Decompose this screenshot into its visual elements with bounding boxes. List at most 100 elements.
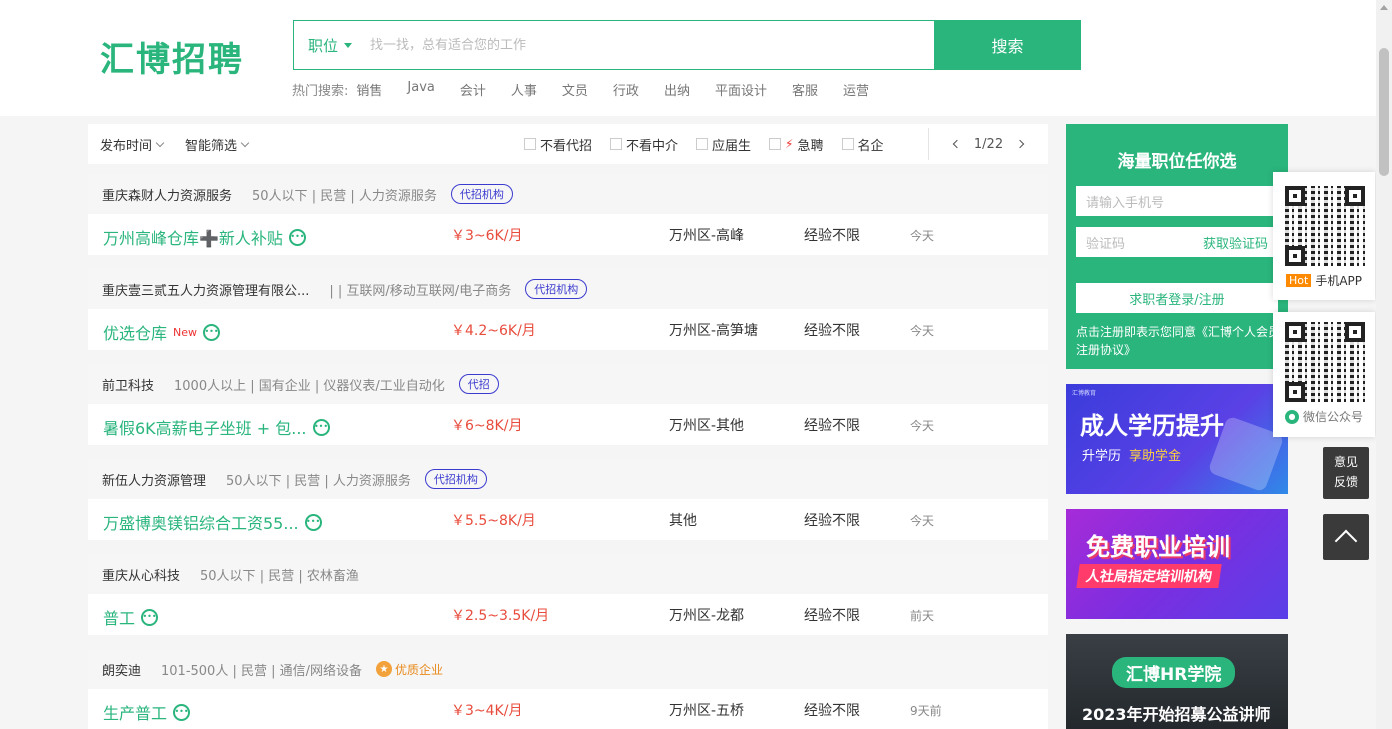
hot-keyword[interactable]: 会计: [460, 80, 486, 99]
checkbox-box[interactable]: [524, 138, 536, 150]
login-panel: 海量职位任你选 请输入手机号 验证码 获取验证码 求职者登录/注册 点击注册即表…: [1066, 124, 1288, 369]
checkbox-label: 不看代招: [540, 138, 593, 154]
checkbox-urgent[interactable]: ⚡ 急聘: [769, 135, 824, 154]
agency-tag: 代招机构: [525, 279, 588, 299]
job-row[interactable]: 优选仓库 New ••• ￥4.2~6K/月 万州区-高笋塘 经验不限 今天: [88, 309, 1048, 350]
caret-down-icon: [344, 42, 352, 48]
job-title[interactable]: 优选仓库 New •••: [103, 320, 221, 344]
agency-tag: 代招机构: [450, 184, 513, 204]
hot-keyword[interactable]: 销售: [356, 80, 382, 99]
job-item: 朗奕迪 101-500人 | 民营 | 通信/网络设备 ★ 优质企业 生产普工 ••…: [88, 649, 1048, 729]
hot-keyword[interactable]: Java: [407, 80, 434, 99]
hot-keyword[interactable]: 运营: [843, 80, 869, 99]
job-title-text[interactable]: 生产普工: [103, 700, 167, 724]
back-to-top-button[interactable]: [1323, 514, 1369, 560]
job-row[interactable]: 普工 ••• ￥2.5~3.5K/月 万州区-龙都 经验不限 前天: [88, 594, 1048, 635]
banner-free-training[interactable]: 免费职业培训 人社局指定培训机构: [1066, 509, 1288, 619]
wechat-label-text: 微信公众号: [1302, 410, 1363, 424]
job-row[interactable]: 暑假6K高薪电子坐班 + 包... ••• ￥6~8K/月 万州区-其他 经验不限…: [88, 404, 1048, 445]
new-badge: New: [173, 325, 198, 339]
job-title-text[interactable]: 普工: [103, 605, 135, 629]
checkbox-no-intermediary[interactable]: 不看中介: [610, 135, 678, 154]
login-register-button[interactable]: 求职者登录/注册: [1076, 283, 1278, 313]
company-name[interactable]: 重庆从心科技: [102, 565, 180, 584]
banner-hr-academy[interactable]: 汇博HR学院 2023年开始招募公益讲师: [1066, 634, 1288, 729]
job-item: 前卫科技 1000人以上 | 国有企业 | 仪器仪表/工业自动化 代招 暑假6K…: [88, 364, 1048, 445]
job-title[interactable]: 万盛博奥镁铝综合工资55... •••: [103, 510, 322, 534]
checkbox-box[interactable]: [769, 138, 782, 150]
checkbox-graduate[interactable]: 应届生: [696, 135, 751, 154]
phone-input[interactable]: 请输入手机号: [1076, 186, 1278, 216]
checkbox-box[interactable]: [696, 138, 709, 150]
filter-bar: 发布时间 智能筛选 不看代招 不看中介 应届生 ⚡ 急聘 名企 1/22: [88, 124, 1048, 164]
app-qr-card[interactable]: Hot 手机APP: [1273, 172, 1375, 300]
banner-adult-education[interactable]: 汇博教育 成人学历提升 升学历 享助学金: [1066, 384, 1288, 494]
chat-icon[interactable]: •••: [141, 608, 159, 626]
chat-icon[interactable]: •••: [288, 228, 306, 246]
post-date: 今天: [910, 229, 935, 243]
search-button[interactable]: 搜索: [934, 20, 1081, 70]
job-item: 重庆从心科技 50人以下 | 民营 | 农林畜渔 普工 ••• ￥2.5~3.5K…: [88, 554, 1048, 635]
hot-keyword[interactable]: 平面设计: [715, 80, 767, 99]
hot-keyword[interactable]: 客服: [792, 80, 818, 99]
location: 万州区-五桥: [669, 703, 745, 719]
search-input[interactable]: [366, 21, 934, 69]
smart-filter-label: 智能筛选: [185, 138, 238, 154]
chevron-down-icon: [240, 138, 250, 147]
checkbox-box[interactable]: [610, 138, 623, 150]
company-name[interactable]: 新伍人力资源管理: [102, 470, 206, 489]
smart-filter-dropdown[interactable]: 智能筛选: [185, 135, 250, 154]
hot-keyword[interactable]: 文员: [562, 80, 588, 99]
company-name[interactable]: 前卫科技: [102, 375, 154, 394]
job-title[interactable]: 生产普工 •••: [103, 700, 191, 724]
feedback-button[interactable]: 意见 反馈: [1323, 447, 1369, 499]
checkbox-box[interactable]: [841, 138, 854, 150]
company-info: 50人以下 | 民营 | 农林畜渔: [200, 568, 359, 584]
salary: ￥3~4K/月: [451, 703, 523, 719]
code-input[interactable]: 验证码 获取验证码: [1076, 227, 1278, 257]
qr-corner: [1285, 186, 1305, 206]
chat-icon[interactable]: •••: [304, 513, 322, 531]
company-name[interactable]: 重庆森财人力资源服务: [102, 185, 232, 204]
job-item: 新伍人力资源管理 50人以下 | 民营 | 人力资源服务 代招机构 万盛博奥镁铝…: [88, 459, 1048, 540]
company-name[interactable]: 重庆壹三贰五人力资源管理有限公...: [102, 280, 309, 299]
get-code-button[interactable]: 获取验证码: [1203, 233, 1268, 252]
job-title[interactable]: 普工 •••: [103, 605, 159, 629]
wechat-label: ● 微信公众号: [1273, 408, 1375, 425]
scroll-thumb[interactable]: [1379, 48, 1389, 176]
post-date: 今天: [910, 324, 935, 338]
chat-icon[interactable]: •••: [203, 323, 221, 341]
agreement-note[interactable]: 点击注册即表示您同意《汇博个人会员注册协议》: [1076, 323, 1280, 359]
chat-icon[interactable]: •••: [173, 703, 191, 721]
scroll-up-icon[interactable]: [1380, 5, 1388, 10]
scrollbar[interactable]: [1376, 0, 1392, 729]
job-row[interactable]: 万州高峰仓库➕新人补贴 ••• ￥3~6K/月 万州区-高峰 经验不限 今天: [88, 214, 1048, 255]
hot-keyword[interactable]: 出纳: [664, 80, 690, 99]
wechat-qr-card[interactable]: ● 微信公众号: [1273, 312, 1375, 437]
job-row[interactable]: 生产普工 ••• ￥3~4K/月 万州区-五桥 经验不限 9天前: [88, 689, 1048, 729]
search-type-dropdown[interactable]: 职位: [294, 21, 366, 69]
job-row[interactable]: 万盛博奥镁铝综合工资55... ••• ￥5.5~8K/月 其他 经验不限 今天: [88, 499, 1048, 540]
checkbox-label: 名企: [857, 138, 884, 154]
job-title-text[interactable]: 万州高峰仓库➕新人补贴: [103, 225, 283, 249]
hot-keyword[interactable]: 行政: [613, 80, 639, 99]
chevron-left-icon[interactable]: [952, 139, 962, 149]
experience: 经验不限: [804, 608, 860, 624]
chevron-right-icon[interactable]: [1015, 139, 1025, 149]
logo[interactable]: 汇博招聘: [100, 32, 244, 81]
publish-time-dropdown[interactable]: 发布时间: [100, 135, 165, 154]
job-title-text[interactable]: 暑假6K高薪电子坐班 + 包...: [103, 415, 307, 439]
job-title-text[interactable]: 优选仓库: [103, 320, 167, 344]
post-date: 今天: [910, 514, 935, 528]
header: 汇博招聘 职位 搜索 热门搜索: 销售 Java 会计 人事 文员 行政 出纳 …: [0, 0, 1376, 116]
job-title[interactable]: 万州高峰仓库➕新人补贴 •••: [103, 225, 306, 249]
chat-icon[interactable]: •••: [312, 418, 330, 436]
qr-corner: [1345, 322, 1365, 342]
hot-keyword[interactable]: 人事: [511, 80, 537, 99]
job-title-text[interactable]: 万盛博奥镁铝综合工资55...: [103, 510, 299, 534]
company-name[interactable]: 朗奕迪: [102, 660, 141, 679]
checkbox-famous-company[interactable]: 名企: [841, 135, 884, 154]
job-title[interactable]: 暑假6K高薪电子坐班 + 包... •••: [103, 415, 330, 439]
checkbox-no-agency[interactable]: 不看代招: [524, 135, 592, 154]
hot-search: 热门搜索: 销售 Java 会计 人事 文员 行政 出纳 平面设计 客服 运营: [292, 80, 894, 99]
